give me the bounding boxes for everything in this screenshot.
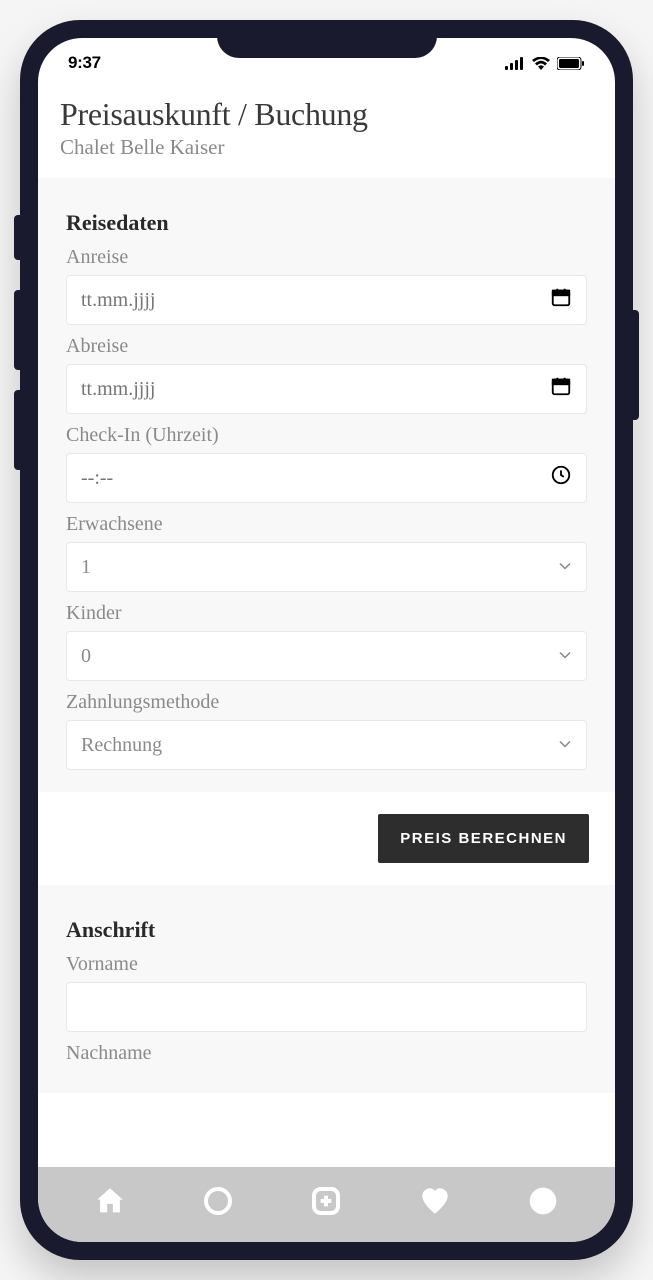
payment-field[interactable]: Rechnung (81, 721, 538, 769)
firstname-field[interactable] (81, 983, 538, 1031)
action-bar: PREIS BERECHNEN (38, 792, 615, 885)
nav-add[interactable] (306, 1181, 346, 1221)
adults-select[interactable]: 1 (66, 542, 587, 592)
phone-side-button (14, 390, 20, 470)
clock-icon (550, 464, 572, 492)
page-header: Preisauskunft / Buchung Chalet Belle Kai… (38, 88, 615, 178)
nav-profile[interactable] (523, 1181, 563, 1221)
page-title: Preisauskunft / Buchung (60, 96, 593, 133)
arrival-field[interactable] (81, 276, 538, 324)
departure-label: Abreise (66, 335, 587, 358)
phone-side-button (14, 290, 20, 370)
lastname-label: Nachname (66, 1042, 587, 1065)
firstname-label: Vorname (66, 953, 587, 976)
status-time: 9:37 (68, 53, 101, 73)
signal-icon (505, 57, 525, 70)
checkin-label: Check-In (Uhrzeit) (66, 424, 587, 447)
page-subtitle: Chalet Belle Kaiser (60, 135, 593, 160)
phone-screen: 9:37 Preisauskunft / Buchung Chalet Bell… (38, 38, 615, 1242)
calculate-price-button[interactable]: PREIS BERECHNEN (378, 814, 589, 863)
arrival-label: Anreise (66, 246, 587, 269)
nav-favorites[interactable] (415, 1181, 455, 1221)
content-scroll[interactable]: Preisauskunft / Buchung Chalet Belle Kai… (38, 88, 615, 1167)
checkin-field[interactable] (81, 454, 538, 502)
departure-field[interactable] (81, 365, 538, 413)
circle-outline-icon (202, 1185, 234, 1217)
home-icon (93, 1184, 127, 1218)
chevron-down-icon (558, 734, 572, 757)
circle-filled-icon (527, 1185, 559, 1217)
status-icons (505, 57, 585, 70)
section-heading-travel: Reisedaten (66, 210, 587, 236)
plus-square-icon (310, 1185, 342, 1217)
phone-notch (217, 20, 437, 58)
phone-side-button (633, 310, 639, 420)
section-heading-address: Anschrift (66, 917, 587, 943)
firstname-input[interactable] (66, 982, 587, 1032)
travel-section: Reisedaten Anreise Abreise Check-In (Uhr… (38, 178, 615, 792)
adults-label: Erwachsene (66, 513, 587, 536)
calendar-icon (550, 286, 572, 314)
calendar-icon (550, 375, 572, 403)
payment-select[interactable]: Rechnung (66, 720, 587, 770)
arrival-input[interactable] (66, 275, 587, 325)
phone-frame: 9:37 Preisauskunft / Buchung Chalet Bell… (20, 20, 633, 1260)
departure-input[interactable] (66, 364, 587, 414)
chevron-down-icon (558, 645, 572, 668)
nav-search[interactable] (198, 1181, 238, 1221)
children-label: Kinder (66, 602, 587, 625)
children-field[interactable]: 0 (81, 632, 538, 680)
adults-field[interactable]: 1 (81, 543, 538, 591)
nav-home[interactable] (90, 1181, 130, 1221)
phone-side-button (14, 215, 20, 260)
chevron-down-icon (558, 556, 572, 579)
address-section: Anschrift Vorname Nachname (38, 885, 615, 1093)
checkin-input[interactable] (66, 453, 587, 503)
payment-label: Zahnlungsmethode (66, 691, 587, 714)
heart-icon (418, 1184, 452, 1218)
bottom-nav (38, 1167, 615, 1242)
children-select[interactable]: 0 (66, 631, 587, 681)
battery-icon (557, 57, 585, 70)
wifi-icon (532, 57, 550, 70)
